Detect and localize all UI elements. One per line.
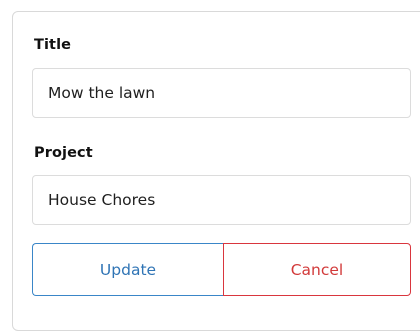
project-input[interactable] (32, 175, 411, 225)
edit-task-form: Title Project Update Cancel (12, 11, 420, 331)
title-input[interactable] (32, 68, 411, 118)
update-button[interactable]: Update (32, 243, 223, 296)
form-actions: Update Cancel (32, 243, 411, 296)
cancel-button[interactable]: Cancel (223, 243, 411, 296)
title-label: Title (34, 37, 72, 53)
project-label: Project (34, 145, 93, 161)
